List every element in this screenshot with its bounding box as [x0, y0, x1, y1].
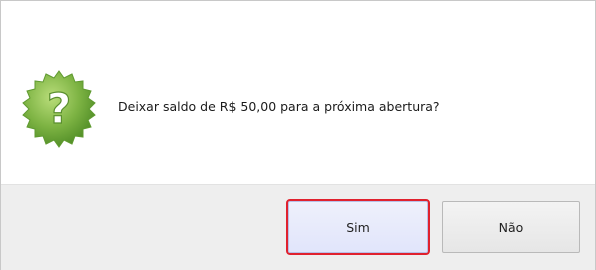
- question-icon: ?: [19, 69, 99, 149]
- confirmation-dialog: ? Deixar saldo de R$ 50,00 para a próxim…: [0, 0, 596, 270]
- dialog-content: ? Deixar saldo de R$ 50,00 para a próxim…: [1, 1, 595, 184]
- no-button[interactable]: Não: [442, 201, 580, 253]
- dialog-message: Deixar saldo de R$ 50,00 para a próxima …: [118, 99, 440, 114]
- yes-button[interactable]: Sim: [286, 199, 430, 255]
- dialog-footer: Sim Não: [1, 184, 595, 270]
- svg-text:?: ?: [47, 84, 71, 133]
